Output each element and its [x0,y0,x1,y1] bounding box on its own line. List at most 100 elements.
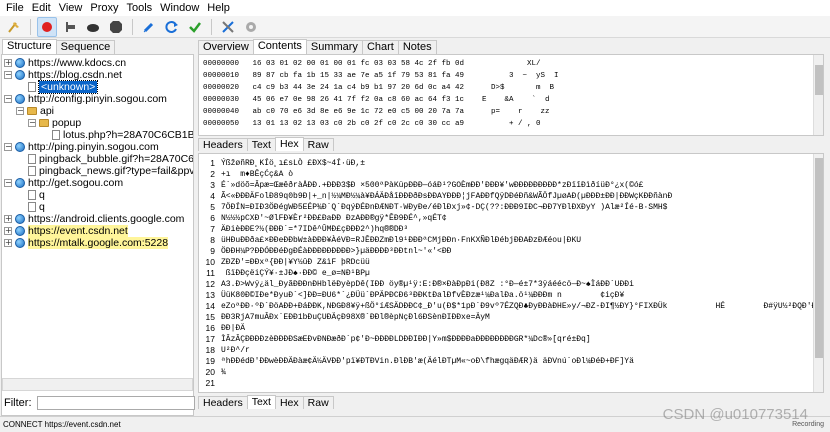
breakpoint-icon[interactable] [106,17,126,37]
filter-label: Filter: [4,397,32,409]
collapse-icon[interactable]: − [4,71,12,79]
request-hex-view[interactable]: 00000000 16 03 01 02 00 01 00 01 fc 03 0… [198,54,824,136]
collapse-icon[interactable]: − [4,95,12,103]
tree-node-api[interactable]: − api [16,105,54,117]
line-content: üHÐuÐÐða£×ÐÐeÐÐbW±àÐÐÐ¥ÀéVÐ=RJÊÐÐZmÐl9¹Ð… [221,236,582,245]
tree-node-q-2[interactable]: q [28,201,45,213]
menu-edit[interactable]: Edit [30,0,57,16]
tree-node-label: q [39,201,45,213]
tab-request-text[interactable]: Text [246,138,276,151]
text-line: 15 ÐÐ3RjA7muÂÐx´EÐÐ1bÐuÇUÐÄçÐ98X®`ÐÐl®èpN… [199,312,490,323]
menu-file[interactable]: File [4,0,30,16]
text-line: 9 ÖÐÐH¼P?ÐÐÓÐÐéÐgÐÉàÐÐÐÐÐÐÐÐÐ>}µäÐÐÐÐ³ÐÐt… [199,246,451,257]
line-content: ¾ [221,368,226,377]
broom-icon[interactable] [4,17,24,37]
tree-node-ping-sogou[interactable]: − http://ping.pinyin.sogou.com [4,141,159,153]
tree-node-mtalk-google[interactable]: + https://mtalk.google.com:5228 [4,237,169,249]
menu-tools[interactable]: Tools [124,0,158,16]
tree-node-get-sogou[interactable]: − http://get.sogou.com [4,177,123,189]
tab-sequence[interactable]: Sequence [55,40,116,54]
line-number: 16 [205,323,215,333]
tab-overview[interactable]: Overview [198,40,254,54]
collapse-icon[interactable]: − [4,143,12,151]
left-tabs: Structure Sequence [0,39,195,54]
toolbar [0,16,830,38]
tab-request-hex[interactable]: Hex [274,137,304,151]
record-icon[interactable] [37,16,57,37]
tree-node-blog-csdn[interactable]: − https://blog.csdn.net [4,69,122,81]
menu-window[interactable]: Window [158,0,205,16]
text-line: 20 ¾ [199,367,226,378]
tree-node-label: http://get.sogou.com [28,177,124,189]
tree-node-unknown[interactable]: <unknown> [28,80,99,94]
settings-icon[interactable] [241,17,261,37]
filter-input[interactable] [36,396,195,410]
tree-node-label: api [40,105,55,117]
scroll-thumb[interactable] [815,65,823,95]
expand-icon[interactable]: + [4,239,12,247]
tree-node-lotus[interactable]: lotus.php?h=28A70C6CB1BADF99 [52,129,194,141]
watermark: CSDN @u010773514 [662,406,808,423]
expand-icon[interactable]: + [4,227,12,235]
text-line: 6 N½½½pCXÐ'~ØlFÐ¥Èr²ÐÐ£ÐaÐÐ ÐzAÐÐ®gÿ*ÊÐ9Ð… [199,213,447,224]
tab-response-raw[interactable]: Raw [302,396,334,409]
tab-response-hex[interactable]: Hex [274,396,304,409]
host-tree: + https://www.kdocs.cn − https://blog.cs… [1,54,194,416]
tree-node-q-1[interactable]: q [28,189,45,201]
line-content: É`»döõ=Âpæ=ŒæêðràÅÐÐ.+ÐÐÐ3$Ð ×500ªPàKüpÐ… [221,181,644,190]
text-line: 1 ÝßžøñRÐ¸KÍö¸ı£sLÒ £ÐX$~4Í·üÐ,± [199,158,365,169]
text-line: 19 ªhÐÐédÐ'ÐÐwèÐÐÄÐàæ¢Ä½ÄVÐÐ'pï¥ÐTÐVin.Ðl… [199,356,634,367]
line-number: 18 [205,345,215,355]
tree-node-config-sogou[interactable]: − http://config.pinyin.sogou.com [4,93,167,105]
hex-row: 00000020 c4 c9 b3 44 3e 24 1a c4 b9 b1 9… [203,84,555,92]
line-number: 17 [205,334,215,344]
text-line: 5 7ÖÐÍN=ÐIÐ3ÖÐégWÐ5EÉP¾Ð´Q´ÐqýÐÉÐnÐÆNÐT·W… [199,202,667,213]
text-line: 14 eZoªÐÐ·ºÐ´ÐöAÐÐ+ÐáÐÐK,NÐGÐ8¥ÿ+ßÖ°íÆSÄD… [199,301,823,312]
tab-summary[interactable]: Summary [305,40,363,54]
pen-icon[interactable] [139,17,159,37]
tab-response-headers[interactable]: Headers [198,396,248,409]
tab-chart[interactable]: Chart [361,40,399,54]
collapse-icon[interactable]: − [28,119,36,127]
tree-node-label: lotus.php?h=28A70C6CB1BADF99 [63,129,194,141]
expand-icon[interactable]: + [4,215,12,223]
tab-structure[interactable]: Structure [2,39,57,54]
repeat-icon[interactable] [162,17,182,37]
tree-node-android-google[interactable]: + https://android.clients.google.com [4,213,184,225]
collapse-icon[interactable]: − [4,179,12,187]
line-number: 1 [210,158,215,168]
response-text-view[interactable]: 1 ÝßžøñRÐ¸KÍö¸ı£sLÒ £ÐX$~4Í·üÐ,± 2 +ı m♦BĒ… [198,153,824,393]
tools-icon[interactable] [218,17,238,37]
collapse-icon[interactable]: − [16,107,24,115]
stop-icon[interactable] [83,17,103,37]
validate-icon[interactable] [185,17,205,37]
expand-icon[interactable]: + [4,59,12,67]
tree-node-popup[interactable]: − popup [28,117,81,129]
tree-node-pingback-news[interactable]: pingback_news.gif?type=fail&ppversion- [28,165,193,177]
line-number: 9 [210,246,215,256]
tab-contents[interactable]: Contents [252,39,307,54]
scroll-thumb[interactable] [815,158,823,358]
tab-request-raw[interactable]: Raw [302,138,334,151]
request-subtabs: Headers Text Hex Raw [197,137,334,151]
text-line: 16 ÐÐ|ÐÄ [199,323,245,334]
tree-node-event-csdn[interactable]: + https://event.csdn.net [4,225,128,237]
tab-request-headers[interactable]: Headers [198,138,248,151]
throttle-icon[interactable] [60,17,80,37]
menu-help[interactable]: Help [205,0,236,16]
text-vertical-scrollbar[interactable] [813,154,823,392]
tree-node-pingback-bubble[interactable]: pingback_bubble.gif?h=28A70C6CB1BAD [28,153,193,165]
tab-response-text[interactable]: Text [246,395,276,409]
line-content: N½½½pCXÐ'~ØlFÐ¥Èr²ÐÐ£ÐaÐÐ ÐzAÐÐ®gÿ*ÊÐ9ÐÉ… [221,214,447,223]
tree-node-kdocs[interactable]: + https://www.kdocs.cn [4,57,126,69]
hex-vertical-scrollbar[interactable] [813,55,823,135]
tree-horizontal-scrollbar[interactable] [2,378,193,391]
tab-notes[interactable]: Notes [397,40,437,54]
menu-proxy[interactable]: Proxy [88,0,124,16]
tree-node-label: popup [52,117,82,129]
line-content: +ı m♦BĒçĆç&A ò [221,170,294,179]
response-subtabs: Headers Text Hex Raw [197,395,334,409]
tree-node-label: <unknown> [37,80,99,94]
globe-icon [15,58,25,68]
menu-view[interactable]: View [57,0,89,16]
